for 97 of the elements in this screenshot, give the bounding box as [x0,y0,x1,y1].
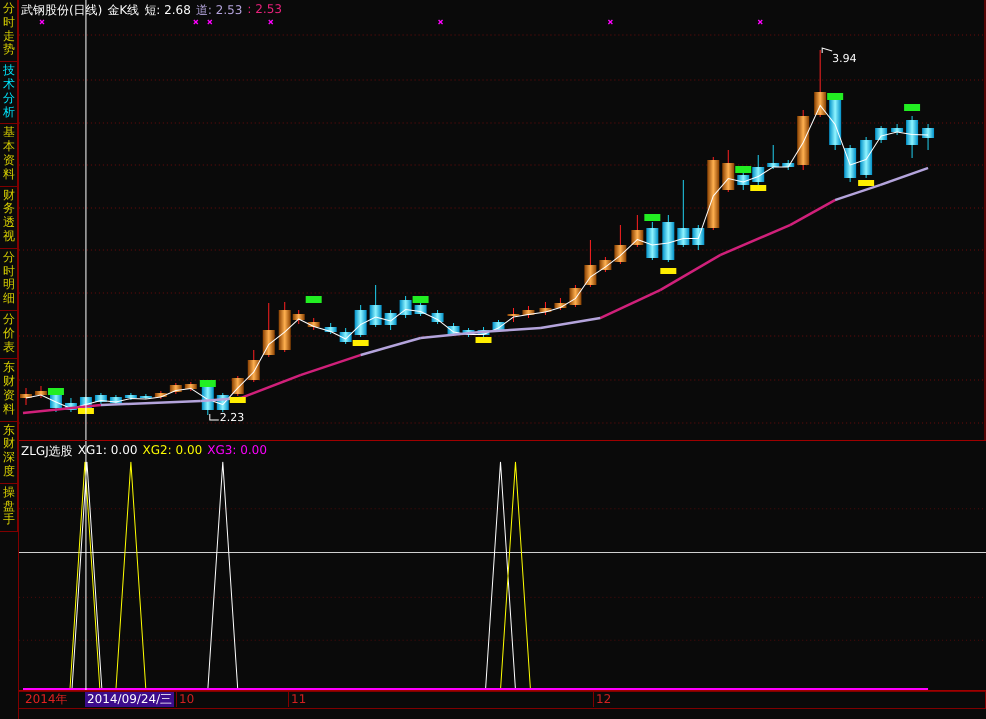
signal-bar [78,408,94,414]
candlestick [262,302,275,358]
candlestick [599,256,612,272]
indicator-name: ZLGJ选股 [21,443,73,460]
sidebar-tab[interactable]: 东财资料 [0,359,18,422]
candlestick [248,350,260,382]
price-label: 3.94 [832,52,857,65]
candlestick [124,392,137,400]
candlestick [752,154,764,186]
cursor-date: 2014/09/24/三 [85,692,174,707]
candlestick [722,150,734,192]
cross-marker-icon [193,20,198,24]
sidebar-tab[interactable]: 基本资料 [0,124,18,187]
candlestick [110,394,122,406]
candlestick [508,308,520,322]
leader-line [209,414,220,420]
candlestick [448,322,460,336]
candlestick [906,116,918,158]
cross-marker-icon [758,20,763,24]
sidebar-tab[interactable]: 财务透视 [0,186,18,249]
signal-bar [750,185,766,191]
candlestick [539,302,552,316]
candlestick [844,144,856,182]
candlestick [64,398,77,412]
signal-bar [858,180,874,186]
candlestick [692,224,704,250]
cross-marker-icon [268,20,274,24]
candlestick [797,110,810,170]
legend-value: 短: 2.68 [144,2,191,19]
candlestick [324,322,337,334]
sidebar-tab[interactable]: 东财深度 [0,422,18,484]
candlestick [922,124,934,150]
axis-label: 2014年 [25,692,68,707]
candlestick [170,382,182,394]
indicator-value: XG2: 0.00 [142,443,202,459]
axis-label: 12 [593,692,612,707]
sidebar-tab[interactable]: 分时走势 [0,0,18,62]
cross-marker-icon [40,20,44,24]
candlestick [384,310,397,330]
axis-label: 11 [288,692,306,707]
candlestick [20,388,32,406]
signal-bar [644,214,660,221]
cross-marker-icon [608,20,613,24]
candlestick [400,296,412,318]
candlestick [522,306,534,318]
candlestick [614,224,626,264]
axis-label: 10 [176,692,194,707]
signal-bar [48,388,64,395]
signal-bar [476,337,492,343]
candlestick [782,160,794,170]
candlestick [154,390,167,400]
cross-marker-icon [438,20,444,24]
candlestick [292,310,305,324]
candlestick [662,214,674,262]
leader-line [822,47,833,54]
sidebar-tab[interactable]: 分价表 [0,310,18,360]
candlestick [569,284,582,308]
candlestick [140,394,152,400]
indicator-name: 金K线 [107,2,140,19]
signal-bar [827,93,844,100]
signal-bar [230,397,246,403]
candlestick [232,376,244,396]
candlestick [584,240,596,288]
legend-value: 道: 2.53 [196,2,242,19]
candlestick [860,136,872,178]
candlestick [354,304,367,338]
signal-bar [904,104,920,111]
candlestick [767,144,780,170]
candlestick [94,392,107,404]
candlestick [462,328,475,338]
candlestick [677,180,690,248]
candlestick [875,126,888,144]
indicator-value: XG3: 0.00 [207,443,267,459]
signal-bar [352,340,369,346]
signal-bar [200,380,216,387]
candlestick [554,298,566,310]
legend-value: : 2.53 [247,2,282,18]
sidebar-tab[interactable]: 操盘手 [0,484,18,532]
candlestick [891,124,904,136]
sidebar-tab[interactable]: 技术分析 [0,62,18,124]
cross-marker-icon [207,20,212,24]
sidebar-tab[interactable]: 分时明细 [0,248,18,311]
candlestick [370,284,382,328]
signal-bar [660,268,676,274]
signal-bar [306,296,322,303]
candlestick [184,382,197,392]
candlestick [432,310,444,324]
signal-bar [735,166,752,173]
candlestick [308,318,320,330]
candlestick [646,222,658,260]
price-label: 2.23 [220,411,244,424]
signal-bar [412,296,429,303]
candlestick [340,328,352,344]
candlestick [631,214,644,248]
candlestick [278,302,291,352]
candlestick [34,386,47,398]
candlestick [814,50,826,118]
